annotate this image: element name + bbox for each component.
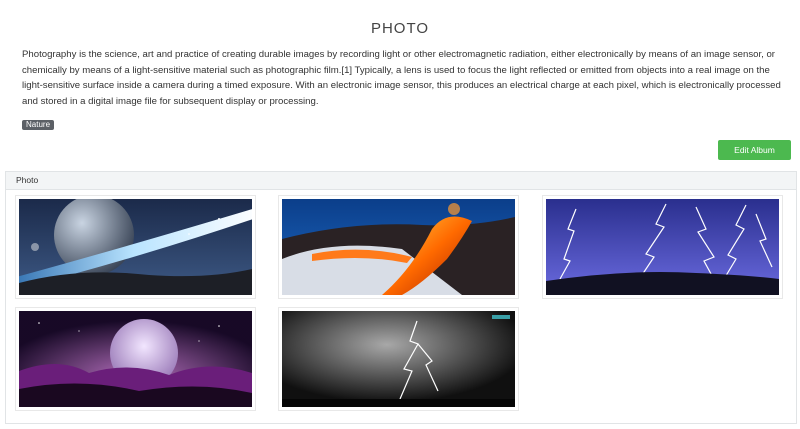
lava-image <box>282 199 515 295</box>
photo-thumbnail-planet[interactable] <box>15 195 256 299</box>
planet-image <box>19 199 252 295</box>
photo-thumbnail-lightning[interactable] <box>542 195 783 299</box>
lightning-image <box>546 199 779 295</box>
purple-moon-image <box>19 311 252 407</box>
album-title: PHOTO <box>370 20 430 37</box>
panel-heading: Photo <box>6 172 796 190</box>
photo-thumbnail-purple-moon[interactable] <box>15 307 256 411</box>
edit-album-button[interactable]: Edit Album <box>718 140 791 160</box>
tag-badge[interactable]: Nature <box>22 120 55 130</box>
album-description: Photography is the science, art and prac… <box>22 49 781 107</box>
photo-thumbnail-monochrome-storm[interactable] <box>278 307 519 411</box>
photo-thumbnail-lava[interactable] <box>278 195 519 299</box>
monochrome-storm-image <box>282 311 515 407</box>
album-page: PHOTO Photography is the science, art an… <box>0 0 800 429</box>
